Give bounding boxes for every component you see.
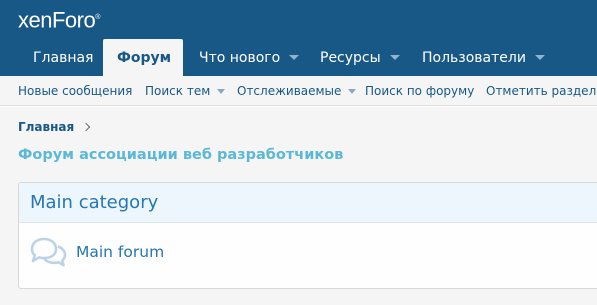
speech-bubbles-icon: [30, 237, 67, 267]
breadcrumb: Главная: [18, 120, 91, 134]
subnav-search-threads[interactable]: Поиск тем: [145, 76, 226, 106]
page-title: Форум ассоциации веб разработчиков: [18, 147, 344, 163]
nav-tab-resources[interactable]: Ресурсы: [307, 39, 403, 76]
main-navigation: Главная Форум Что нового Ресурсы Пользов…: [0, 39, 597, 76]
sub-navigation: Новые сообщения Поиск тем Отслеживаемые …: [0, 76, 597, 106]
subnav-watched[interactable]: Отслеживаемые: [237, 76, 357, 106]
breadcrumb-home-link[interactable]: Главная: [18, 120, 74, 134]
subnav-search-forums[interactable]: Поиск по форуму: [365, 76, 474, 106]
category-title[interactable]: Main category: [30, 192, 158, 213]
chevron-down-icon[interactable]: [217, 88, 226, 94]
page-body: Главная Форум ассоциации веб разработчик…: [0, 107, 597, 305]
nav-tab-forums[interactable]: Форум: [103, 39, 183, 76]
chevron-right-icon: [81, 122, 91, 132]
subnav-new-posts[interactable]: Новые сообщения: [18, 76, 132, 106]
chevron-down-icon[interactable]: [348, 88, 357, 94]
nav-tab-whats-new[interactable]: Что нового: [186, 39, 300, 76]
nav-tab-home[interactable]: Главная: [19, 39, 102, 76]
category-block: Main category Main forum: [18, 182, 597, 289]
category-header: Main category: [19, 183, 597, 223]
chevron-down-icon[interactable]: [289, 55, 300, 60]
site-logo[interactable]: xenForo®: [18, 5, 100, 33]
chevron-down-icon[interactable]: [389, 55, 400, 60]
site-header: xenForo®: [0, 0, 597, 39]
subnav-mark-read[interactable]: Отметить разделы: [486, 76, 597, 106]
chevron-down-icon[interactable]: [534, 55, 545, 60]
forum-title-link[interactable]: Main forum: [76, 243, 164, 261]
nav-tab-members[interactable]: Пользователи: [409, 39, 549, 76]
forum-node: Main forum: [19, 223, 597, 280]
